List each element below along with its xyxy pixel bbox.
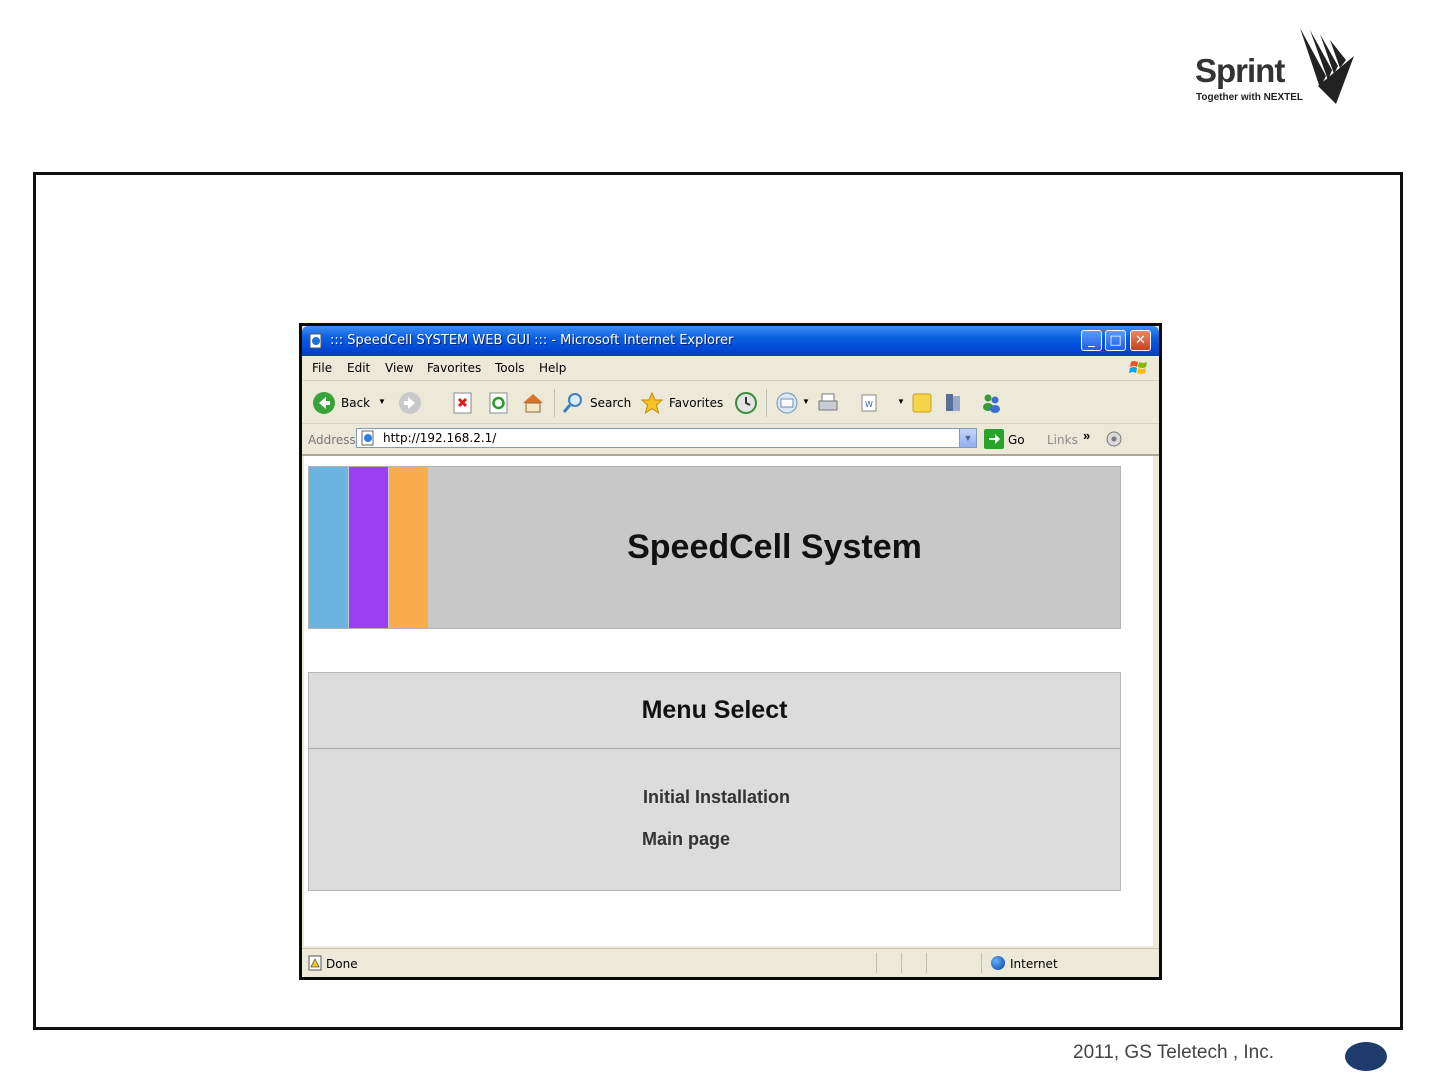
- discuss-icon[interactable]: [910, 391, 934, 415]
- status-separator: [901, 953, 902, 973]
- banner-bar-blue: [309, 467, 348, 628]
- status-separator: [981, 953, 982, 973]
- menu-favorites[interactable]: Favorites: [427, 361, 481, 375]
- maximize-button[interactable]: □: [1105, 330, 1126, 351]
- go-arrow-icon[interactable]: [984, 429, 1004, 449]
- status-bar: Done Internet: [302, 948, 1159, 977]
- links-label[interactable]: Links: [1047, 433, 1078, 447]
- stop-icon[interactable]: [451, 391, 475, 415]
- main-page-link[interactable]: Main page: [642, 829, 730, 850]
- forward-arrow-icon[interactable]: [398, 391, 422, 415]
- page-number-badge: [1345, 1042, 1387, 1071]
- page-icon: [361, 430, 374, 446]
- svg-text:W: W: [865, 400, 873, 409]
- links-chevron-icon[interactable]: »: [1083, 428, 1090, 443]
- back-arrow-icon[interactable]: [312, 391, 336, 415]
- address-label: Address: [308, 433, 356, 447]
- windows-flag-icon: [1129, 361, 1147, 374]
- home-icon[interactable]: [521, 391, 545, 415]
- security-zone: Internet: [1010, 957, 1058, 971]
- menu-file[interactable]: File: [312, 361, 332, 375]
- page-content: SpeedCell System Menu Select Initial Ins…: [304, 456, 1153, 946]
- browser-window: ::: SpeedCell SYSTEM WEB GUI ::: - Micro…: [299, 323, 1162, 980]
- address-bar: Address http://192.168.2.1/ ▼ Go Links »: [302, 424, 1159, 456]
- title-bar[interactable]: ::: SpeedCell SYSTEM WEB GUI ::: - Micro…: [302, 326, 1159, 356]
- tools-extension-icon[interactable]: [1105, 429, 1125, 449]
- logo-tagline: Together with NEXTEL: [1196, 92, 1304, 103]
- status-separator: [876, 953, 877, 973]
- favorites-star-icon[interactable]: [640, 391, 664, 415]
- research-icon[interactable]: [942, 391, 966, 415]
- header-banner: SpeedCell System: [308, 466, 1121, 629]
- edit-icon[interactable]: W: [857, 391, 881, 415]
- standard-toolbar: Back ▼ Search Favorites ▼ W ▼: [302, 381, 1159, 424]
- sprint-logo: Sprint Together with NEXTEL: [1192, 24, 1362, 108]
- mail-dropdown-icon[interactable]: ▼: [802, 397, 810, 406]
- toolbar-separator: [554, 389, 555, 417]
- status-text: Done: [326, 957, 358, 971]
- print-icon[interactable]: [816, 391, 840, 415]
- go-button[interactable]: Go: [1008, 433, 1025, 447]
- menu-tools[interactable]: Tools: [495, 361, 525, 375]
- copyright-footer: 2011, GS Teletech , Inc.: [1073, 1042, 1275, 1063]
- menu-edit[interactable]: Edit: [347, 361, 370, 375]
- toolbar-separator: [766, 389, 767, 417]
- back-dropdown-icon[interactable]: ▼: [378, 397, 386, 406]
- history-icon[interactable]: [734, 391, 758, 415]
- address-input[interactable]: http://192.168.2.1/ ▼: [356, 428, 977, 448]
- initial-installation-link[interactable]: Initial Installation: [643, 787, 790, 808]
- minimize-button[interactable]: _: [1081, 330, 1102, 351]
- window-title: ::: SpeedCell SYSTEM WEB GUI ::: - Micro…: [330, 333, 734, 348]
- close-button[interactable]: ✕: [1130, 330, 1151, 351]
- address-dropdown-icon[interactable]: ▼: [959, 429, 976, 447]
- mail-icon[interactable]: [775, 391, 799, 415]
- menu-select-panel: Menu Select Initial Installation Main pa…: [308, 672, 1121, 891]
- back-label[interactable]: Back: [341, 396, 370, 410]
- address-url: http://192.168.2.1/: [383, 431, 497, 445]
- status-separator: [926, 953, 927, 973]
- banner-title: SpeedCell System: [627, 528, 922, 566]
- favorites-label[interactable]: Favorites: [669, 396, 723, 410]
- banner-bar-orange: [389, 467, 428, 628]
- menu-help[interactable]: Help: [539, 361, 566, 375]
- logo-wordmark: Sprint: [1195, 52, 1285, 89]
- edit-dropdown-icon[interactable]: ▼: [897, 397, 905, 406]
- ie-page-icon: [309, 333, 322, 349]
- search-icon[interactable]: [561, 391, 585, 415]
- internet-globe-icon: [991, 956, 1005, 970]
- refresh-icon[interactable]: [487, 391, 511, 415]
- sprint-pin-icon: [1300, 28, 1354, 104]
- menu-view[interactable]: View: [385, 361, 413, 375]
- warning-page-icon: [308, 955, 322, 971]
- menu-bar: File Edit View Favorites Tools Help: [302, 356, 1159, 381]
- messenger-icon[interactable]: [980, 391, 1004, 415]
- banner-bar-purple: [349, 467, 388, 628]
- search-label[interactable]: Search: [590, 396, 631, 410]
- menu-select-heading: Menu Select: [309, 673, 1120, 749]
